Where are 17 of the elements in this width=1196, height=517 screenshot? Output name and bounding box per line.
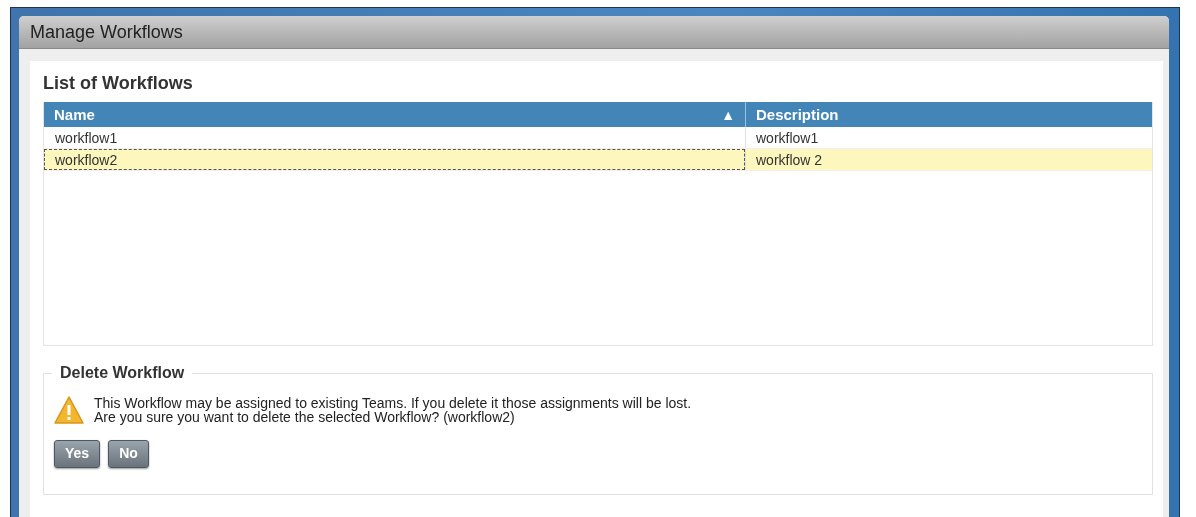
table-cell: workflow1 bbox=[745, 127, 1152, 148]
table-cell: workflow2 bbox=[44, 149, 745, 170]
window-title: Manage Workflows bbox=[30, 21, 183, 43]
sort-icon[interactable]: ▲ bbox=[721, 106, 735, 123]
warning-message: This Workflow may be assigned to existing Teams. If you delete it those assignments will be lost. Are you sure you want to delete the selected Workflow? (workflow2) bbox=[94, 396, 692, 424]
table-cell-text: workflow1 bbox=[54, 128, 119, 148]
section-heading: List of Workflows bbox=[43, 73, 194, 94]
column-label: Name bbox=[54, 106, 95, 123]
panel-title: Delete Workflow bbox=[59, 364, 186, 382]
dialog-button[interactable]: Yes bbox=[54, 440, 101, 468]
column-label: Description bbox=[756, 106, 839, 123]
table-cell: workflow 2 bbox=[745, 149, 1152, 170]
warning-icon bbox=[54, 396, 84, 424]
dialog-button[interactable]: No bbox=[108, 440, 149, 468]
table-row[interactable]: workflow1 workflow1 bbox=[44, 127, 1152, 149]
column-header[interactable]: Name ▲ bbox=[44, 102, 745, 127]
table-row[interactable]: workflow2 workflow 2 bbox=[44, 149, 1152, 171]
